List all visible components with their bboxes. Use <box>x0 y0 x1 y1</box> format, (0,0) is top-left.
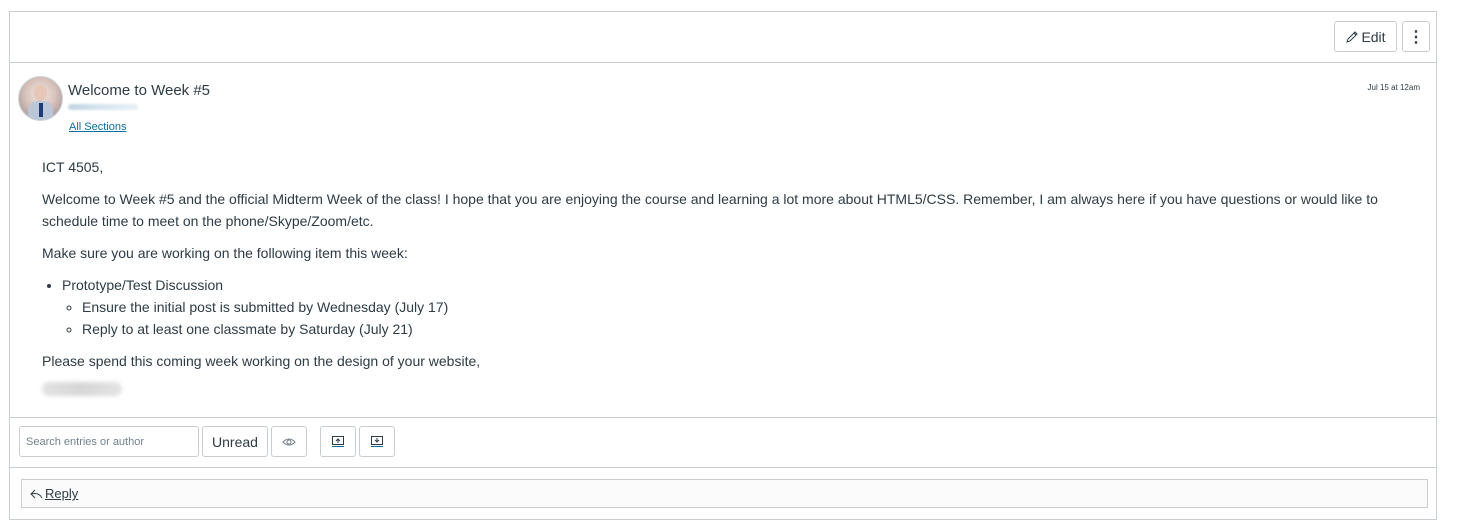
avatar-head-shape <box>34 85 47 101</box>
post-body: ICT 4505, Welcome to Week #5 and the off… <box>42 156 1412 396</box>
more-options-button[interactable]: ⋮ <box>1402 21 1430 52</box>
mark-all-read-button[interactable] <box>271 426 307 457</box>
signature-redacted <box>42 382 122 396</box>
expand-down-icon <box>371 436 383 447</box>
avatar-tie-shape <box>39 103 43 117</box>
search-entries-input[interactable] <box>19 426 199 457</box>
reply-arrow-icon <box>30 489 43 499</box>
list-item: Reply to at least one classmate by Satur… <box>82 318 1412 340</box>
post-paragraph-2: Make sure you are working on the followi… <box>42 245 408 261</box>
post-paragraph-3: Please spend this coming week working on… <box>42 353 481 369</box>
reply-label: Reply <box>45 486 79 501</box>
avatar[interactable] <box>18 76 63 121</box>
discussion-frame: Edit ⋮ Welcome to Week #5 All Sections J… <box>9 11 1437 520</box>
vertical-ellipsis-icon: ⋮ <box>1408 28 1424 46</box>
task-list: Prototype/Test Discussion Ensure the ini… <box>42 274 1412 340</box>
all-sections-link[interactable]: All Sections <box>69 121 126 133</box>
pencil-icon <box>1345 30 1359 44</box>
edit-label: Edit <box>1361 28 1386 45</box>
list-item-label: Prototype/Test Discussion <box>62 277 224 293</box>
unread-label: Unread <box>212 433 258 450</box>
discussion-header-bar: Edit ⋮ <box>10 12 1436 63</box>
reply-button[interactable]: Reply <box>21 479 1428 508</box>
post-title: Welcome to Week #5 <box>68 82 211 99</box>
collapse-replies-button[interactable] <box>320 426 356 457</box>
post-greeting: ICT 4505, <box>42 159 104 175</box>
discussion-post: Welcome to Week #5 All Sections Jul 15 a… <box>10 62 1436 418</box>
expand-replies-button[interactable] <box>359 426 395 457</box>
unread-filter-button[interactable]: Unread <box>202 426 268 457</box>
post-paragraph-1: Welcome to Week #5 and the official Midt… <box>42 191 1378 229</box>
collapse-up-icon <box>332 436 344 447</box>
eye-icon <box>282 437 296 447</box>
list-item: Ensure the initial post is submitted by … <box>82 296 1412 318</box>
author-name-redacted <box>68 104 138 110</box>
post-date: Jul 15 at 12am <box>1367 83 1420 92</box>
sub-task-list: Ensure the initial post is submitted by … <box>62 296 1412 340</box>
discussion-toolbar: Unread <box>10 417 1436 468</box>
edit-button[interactable]: Edit <box>1334 21 1397 52</box>
list-item: Prototype/Test Discussion Ensure the ini… <box>62 274 1412 340</box>
reply-section: Reply <box>10 467 1436 519</box>
